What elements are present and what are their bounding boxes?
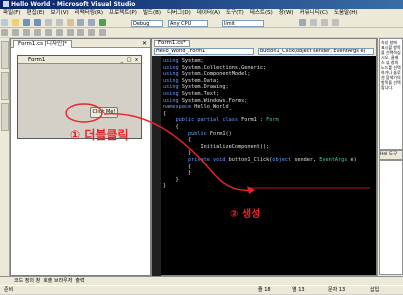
menu-item[interactable]: 도구(T)	[226, 10, 244, 16]
toolbox-side-tabs	[0, 38, 10, 276]
align-bottom-icon[interactable]	[55, 29, 63, 36]
designer-window: Form1.cs [디자인]* ✕ Form1 _ □ x Click Me!	[10, 38, 151, 276]
menu-item[interactable]: 테스트(S)	[250, 10, 273, 16]
panel-tab-strip: Hel 도구	[379, 150, 403, 160]
solution-explorer-icon[interactable]	[310, 19, 318, 26]
click-me-button[interactable]: Click Me!	[90, 107, 118, 118]
properties-panel: 속성 창에 표시할 항목을 선택하십시오. 클래스 뷰 창의 노드를 선택하거나…	[377, 38, 403, 276]
vs-logo-icon	[3, 1, 9, 7]
code-line[interactable]: {	[163, 137, 375, 144]
code-line[interactable]: using System.Data;	[163, 78, 375, 85]
code-line[interactable]: }	[163, 170, 375, 177]
copy-icon[interactable]	[55, 19, 63, 26]
platform-select[interactable]: Any CPU	[168, 20, 208, 27]
code-text[interactable]: using System; using System.Collections.Ge…	[163, 58, 375, 190]
code-line[interactable]: public Form1()	[163, 131, 375, 138]
open-file-icon[interactable]	[11, 19, 19, 26]
member-combo[interactable]: button1_Click(object sender, EventArgs e…	[258, 48, 374, 55]
save-all-icon[interactable]	[33, 19, 41, 26]
form-window-buttons: _ □ x	[120, 57, 139, 63]
properties-help: 속성 창에 표시할 항목을 선택하십시오. 클래스 뷰 창의 노드를 선택하거나…	[379, 38, 403, 150]
annotation-generated: ② 생성	[230, 209, 261, 220]
paste-icon[interactable]	[66, 19, 74, 26]
menu-item[interactable]: 리팩터링(R)	[75, 10, 103, 16]
code-line[interactable]: using System.Drawing;	[163, 84, 375, 91]
align-center-icon[interactable]	[11, 29, 19, 36]
spacing-icon[interactable]	[77, 29, 85, 36]
tab-form-designer[interactable]: Form1.cs [디자인]*	[13, 40, 72, 48]
code-line[interactable]: using System;	[163, 58, 375, 65]
title-bar: Hello World - Microsoft Visual Studio	[0, 0, 403, 9]
code-line[interactable]: using System.ComponentModel;	[163, 71, 375, 78]
align-right-icon[interactable]	[22, 29, 30, 36]
toolbox-tab[interactable]	[1, 41, 9, 69]
code-editor-window: Form1.cs* Hello_World_.Form1 button1_Cli…	[151, 38, 377, 276]
code-line[interactable]: }	[163, 183, 375, 190]
find-icon[interactable]	[299, 19, 307, 26]
server-explorer-tab[interactable]	[1, 72, 9, 100]
menu-item[interactable]: 창(W)	[279, 10, 294, 16]
close-designer-icon[interactable]: ✕	[142, 39, 147, 48]
code-line[interactable]: private void button1_Click(object sender…	[163, 157, 375, 164]
align-middle-icon[interactable]	[44, 29, 52, 36]
code-line[interactable]: using System.Collections.Generic;	[163, 65, 375, 72]
code-line[interactable]: {	[163, 111, 375, 118]
code-editor-header: Form1.cs* Hello_World_.Form1 button1_Cli…	[152, 39, 376, 56]
bottom-tab[interactable]: 코드 정의 창	[14, 278, 40, 284]
undo-icon[interactable]	[77, 19, 85, 26]
layout-toolbar	[0, 28, 403, 37]
form-title: Form1	[28, 57, 46, 63]
new-project-icon[interactable]	[1, 19, 8, 26]
menu-item[interactable]: 보기(V)	[50, 10, 68, 16]
class-combo[interactable]: Hello_World_.Form1	[154, 48, 254, 55]
tab-toolbox[interactable]: 도구	[389, 152, 397, 157]
properties-help-text: 속성 창에 표시할 항목을 선택하십시오. 클래스 뷰 창의 노드를 선택하거나…	[381, 40, 401, 90]
code-line[interactable]: {	[163, 124, 375, 131]
properties-icon[interactable]	[321, 19, 329, 26]
code-line[interactable]: InitializeComponent();	[163, 144, 375, 151]
window-title: Hello World - Microsoft Visual Studio	[11, 1, 136, 8]
code-line[interactable]: }	[163, 150, 375, 157]
properties-grid[interactable]	[379, 160, 403, 275]
bottom-tab-strip: 코드 정의 창 호출 브라우저 출력	[0, 276, 403, 285]
bottom-tab[interactable]: 출력	[75, 278, 84, 284]
same-size-icon[interactable]	[66, 29, 74, 36]
menu-item[interactable]: 데이터(A)	[197, 10, 220, 16]
redo-icon[interactable]	[88, 19, 96, 26]
status-bar: 준비 줄 18 열 13 문자 13 삽입	[0, 285, 403, 294]
annotation-double-click: ① 더블클릭	[70, 128, 129, 142]
toolbox-icon[interactable]	[331, 19, 339, 26]
code-line[interactable]: {	[163, 164, 375, 171]
code-line[interactable]: namespace Hello_World_	[163, 104, 375, 111]
bring-front-icon[interactable]	[88, 29, 96, 36]
code-line[interactable]: using System.Text;	[163, 91, 375, 98]
find-combo[interactable]: limit	[222, 20, 264, 27]
menu-item[interactable]: 파일(F)	[3, 10, 21, 16]
data-sources-tab[interactable]	[1, 103, 9, 131]
save-icon[interactable]	[22, 19, 30, 26]
menu-item[interactable]: 편집(E)	[27, 10, 45, 16]
align-top-icon[interactable]	[33, 29, 41, 36]
tab-solution[interactable]: Hel	[380, 152, 387, 157]
outline-gutter[interactable]	[152, 56, 161, 276]
menu-item[interactable]: 빌드(B)	[143, 10, 161, 16]
start-debug-icon[interactable]	[99, 19, 107, 26]
bottom-tab[interactable]: 호출 브라우저	[43, 278, 72, 284]
form-title-bar: Form1 _ □ x	[18, 56, 141, 64]
align-left-icon[interactable]	[1, 29, 8, 36]
code-line[interactable]: public partial class Form1 : Form	[163, 117, 375, 124]
menu-item[interactable]: 디버그(D)	[167, 10, 191, 16]
menu-item[interactable]: 프로젝트(P)	[109, 10, 137, 16]
code-line[interactable]: using System.Windows.Forms;	[163, 98, 375, 105]
code-line[interactable]: }	[163, 177, 375, 184]
tab-form-code[interactable]: Form1.cs*	[154, 40, 190, 47]
menu-bar: 파일(F) 편집(E) 보기(V) 리팩터링(R) 프로젝트(P) 빌드(B) 디버그(D)…	[0, 9, 403, 18]
configuration-select[interactable]: Debug	[131, 20, 163, 27]
cut-icon[interactable]	[44, 19, 52, 26]
designer-tab-strip: Form1.cs [디자인]* ✕	[11, 39, 150, 48]
menu-item[interactable]: 커뮤니티(C)	[300, 10, 328, 16]
menu-item[interactable]: 도움말(H)	[334, 10, 358, 16]
send-back-icon[interactable]	[99, 29, 107, 36]
